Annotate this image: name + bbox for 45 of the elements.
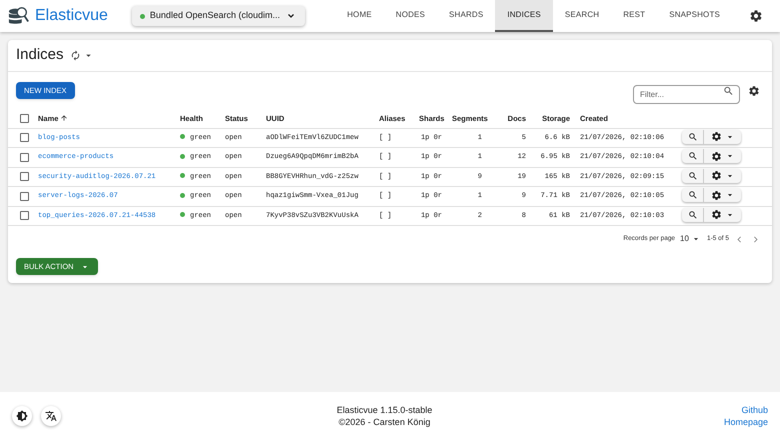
settings-icon — [710, 190, 722, 201]
search-icon — [688, 132, 698, 142]
footer-link[interactable]: Homepage — [724, 416, 768, 428]
settings-icon — [710, 209, 722, 220]
next-page-button[interactable] — [751, 234, 760, 244]
nav-tab[interactable]: SNAPSHOTS — [657, 0, 732, 32]
brightness-icon — [16, 410, 28, 422]
settings-icon — [748, 84, 760, 96]
settings-icon — [710, 131, 722, 142]
settings-icon — [749, 9, 763, 23]
search-icon — [723, 85, 734, 96]
logo-icon — [8, 5, 30, 27]
search-icon — [688, 151, 698, 162]
checkbox[interactable] — [20, 114, 29, 123]
chevron-right-icon — [751, 234, 760, 244]
checkbox[interactable] — [20, 211, 29, 220]
copyright-text: ©2026 - Carsten König — [338, 416, 430, 428]
chevron-left-icon — [735, 234, 744, 244]
settings-button[interactable] — [749, 9, 763, 23]
checkbox[interactable] — [20, 172, 29, 182]
settings-icon — [710, 150, 722, 162]
translate-icon — [45, 410, 57, 422]
filter-field[interactable]: Filter... — [633, 85, 740, 104]
table-settings-button[interactable] — [748, 84, 760, 96]
per-page-select[interactable]: 10 — [680, 233, 701, 245]
version-text: Elasticvue 1.15.0-stable — [336, 404, 432, 416]
checkbox[interactable] — [20, 152, 29, 162]
checkbox[interactable] — [20, 192, 29, 201]
settings-icon — [710, 170, 722, 182]
checkbox[interactable] — [20, 133, 29, 142]
nav-tab[interactable]: SHARDS — [437, 0, 496, 32]
nav-tab[interactable]: REST — [611, 0, 658, 32]
refresh-icon — [70, 50, 81, 61]
nav-tab[interactable]: HOME — [335, 0, 384, 32]
page-title: Indices — [16, 45, 64, 66]
nav-tab[interactable]: NODES — [384, 0, 438, 32]
cluster-selector[interactable]: Bundled OpenSearch (cloudim... — [132, 6, 305, 26]
previous-page-button[interactable] — [735, 234, 744, 244]
app-title: Elasticvue — [35, 6, 108, 26]
search-icon — [688, 190, 698, 200]
nav-tab[interactable]: INDICES — [495, 0, 553, 32]
nav-tab[interactable]: SEARCH — [552, 0, 612, 32]
search-icon — [688, 210, 698, 220]
search-icon — [688, 170, 698, 181]
footer-link[interactable]: Github — [741, 404, 768, 416]
